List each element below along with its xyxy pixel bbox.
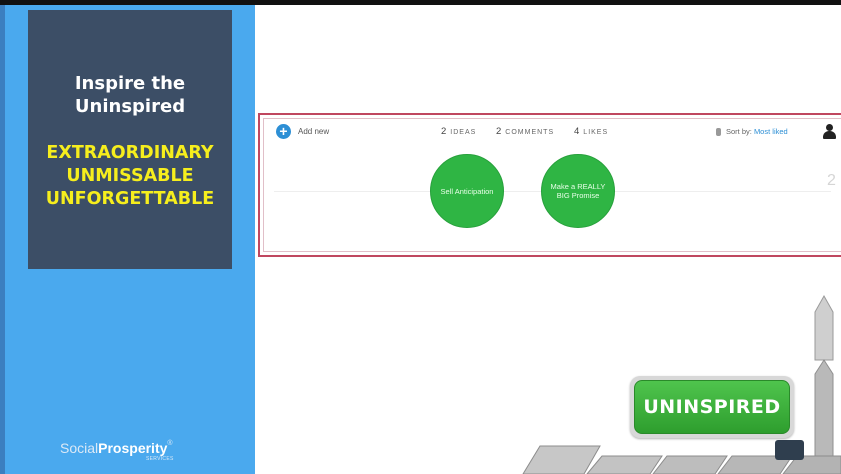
uninspired-badge: UNINSPIRED	[630, 376, 794, 438]
dark-tab	[775, 440, 804, 460]
up-arrow-icon	[814, 294, 834, 474]
uninspired-badge-inner: UNINSPIRED	[634, 380, 790, 434]
